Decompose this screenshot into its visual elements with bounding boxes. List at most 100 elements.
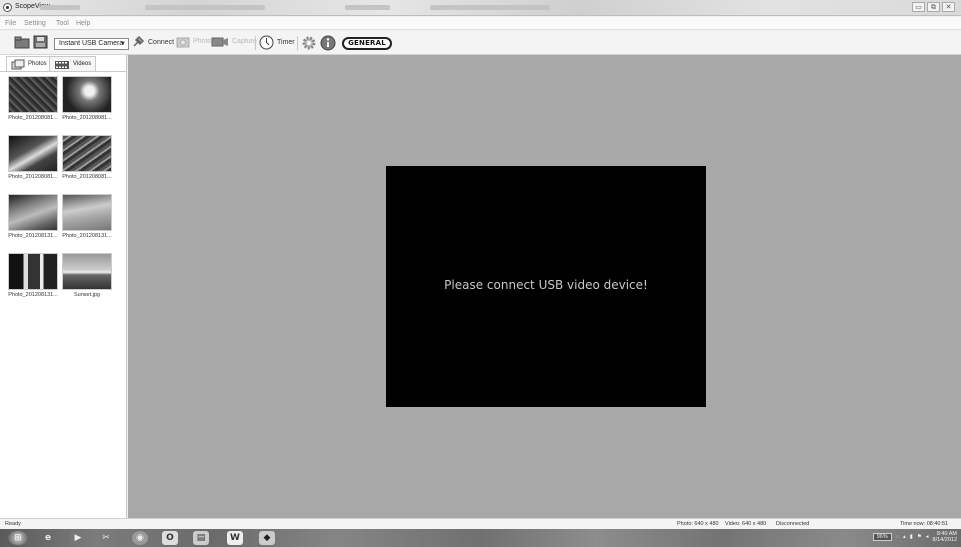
status-ready: Ready xyxy=(5,521,21,527)
status-connection: Disconnected xyxy=(776,521,810,527)
toolbar-separator xyxy=(297,36,298,50)
thumbnail-caption: Photo_201208081... xyxy=(8,115,58,121)
thumbnail-image xyxy=(8,135,58,172)
no-device-message: Please connect USB video device! xyxy=(444,278,648,292)
menu-tool[interactable]: Tool xyxy=(56,20,69,27)
thumbnail-caption: Photo_201208081... xyxy=(62,174,112,180)
save-icon xyxy=(33,35,48,49)
speaker-icon[interactable]: ◂ xyxy=(926,534,929,540)
info-icon xyxy=(320,35,336,51)
status-video-resolution: Video: 640 x 480 xyxy=(725,521,767,527)
thumbnail-image xyxy=(8,194,58,231)
thumbnail[interactable]: Photo_201208081... xyxy=(62,135,112,180)
blurred-title-fragment xyxy=(40,5,80,10)
capture-label: Capture xyxy=(232,38,257,45)
preview-area: Please connect USB video device! xyxy=(128,55,961,518)
connect-label: Connect xyxy=(148,38,175,46)
photos-icon xyxy=(11,59,25,69)
minimize-button[interactable]: ▭ xyxy=(912,2,925,12)
thumbnail-image xyxy=(8,76,58,113)
brand-logo[interactable]: GENERAL xyxy=(342,37,392,50)
thumbnail-caption: Photo_201208081... xyxy=(62,115,112,121)
system-tray: 96% ◌ ▴ ▮ ⚑ ◂ 8:40 AM 8/14/2012 xyxy=(872,531,957,543)
status-bar: Ready Photo: 640 x 480 Video: 640 x 480 … xyxy=(0,518,961,529)
thumbnail-caption: Photo_201208131... xyxy=(8,292,58,298)
toolbar-separator xyxy=(255,36,256,50)
timer-button[interactable]: Timer xyxy=(259,35,295,50)
start-button[interactable]: ⊞ xyxy=(8,531,28,545)
taskbar: ⊞ e ▶ ✂ ◉ O ▤ W ◆ 96% ◌ ▴ ▮ ⚑ ◂ 8:40 AM … xyxy=(0,529,961,547)
blurred-title-fragment xyxy=(345,5,390,10)
maximize-button[interactable]: ⧉ xyxy=(927,2,940,12)
tray-clock[interactable]: 8:40 AM 8/14/2012 xyxy=(933,531,957,543)
camera-select-value: Instant USB Camera xyxy=(59,40,124,47)
word-icon[interactable]: W xyxy=(227,531,243,545)
open-folder-button[interactable] xyxy=(14,35,30,49)
thumbnail[interactable]: Photo_201208131... xyxy=(8,194,58,239)
thumbnail-image xyxy=(8,253,58,290)
network-icon[interactable]: ▮ xyxy=(910,534,913,540)
chevron-down-icon: ▼ xyxy=(120,41,126,47)
camera-icon xyxy=(176,37,190,48)
explorer-icon[interactable]: ▤ xyxy=(193,531,209,545)
app-icon xyxy=(3,3,12,12)
thumbnail-image xyxy=(62,253,112,290)
thumbnail[interactable]: Photo_201208131... xyxy=(62,194,112,239)
toolbar: Instant USB Camera ▼ Connect Photo Captu… xyxy=(0,31,961,55)
media-tabs: Photos Videos xyxy=(0,55,127,72)
thumbnail[interactable]: Photo_201208081... xyxy=(8,135,58,180)
thumbnail[interactable]: Photo_201208081... xyxy=(8,76,58,121)
film-strip-icon xyxy=(55,60,69,69)
blurred-title-fragment xyxy=(430,5,550,10)
volume-icon[interactable]: ◌ xyxy=(896,534,899,540)
menu-file[interactable]: File xyxy=(5,20,16,27)
chrome-icon[interactable]: ◉ xyxy=(132,531,148,545)
save-button[interactable] xyxy=(33,35,48,49)
close-button[interactable]: ✕ xyxy=(942,2,955,12)
info-button[interactable] xyxy=(320,35,336,51)
menu-help[interactable]: Help xyxy=(76,20,90,27)
menu-bar: File Setting Tool Help xyxy=(0,17,961,30)
tab-photos-label: Photos xyxy=(28,61,47,67)
capture-button[interactable]: Capture xyxy=(211,35,257,48)
thumbnail-caption: Photo_201208081... xyxy=(8,174,58,180)
internet-explorer-icon[interactable]: e xyxy=(40,531,56,545)
thumbnail[interactable]: Photo_201208081... xyxy=(62,76,112,121)
snipping-tool-icon[interactable]: ✂ xyxy=(98,531,114,545)
title-bar: ScopeView ▭ ⧉ ✕ xyxy=(0,0,961,16)
media-player-icon[interactable]: ▶ xyxy=(70,531,86,545)
video-preview: Please connect USB video device! xyxy=(386,166,706,407)
photo-label: Photo xyxy=(193,38,212,45)
battery-indicator[interactable]: 96% xyxy=(872,533,892,541)
photo-button[interactable]: Photo xyxy=(176,35,211,48)
tab-videos-label: Videos xyxy=(73,61,92,67)
flag-icon[interactable]: ⚑ xyxy=(917,534,922,540)
blurred-title-fragment xyxy=(145,5,265,10)
connect-button[interactable]: Connect xyxy=(131,35,174,49)
scopeview-taskbar-icon[interactable]: ◆ xyxy=(259,531,275,545)
video-camera-icon xyxy=(211,37,228,47)
thumbnail[interactable]: Photo_201208131... xyxy=(8,253,58,298)
thumbnail-caption: Sunset.jpg xyxy=(74,292,100,298)
thumbnail[interactable]: Sunset.jpg xyxy=(62,253,112,298)
tab-photos[interactable]: Photos xyxy=(6,56,52,71)
plug-icon xyxy=(133,35,145,47)
tab-videos[interactable]: Videos xyxy=(49,56,97,71)
tray-chevron-icon[interactable]: ▴ xyxy=(903,534,906,540)
status-time: Time now: 08:40:51 xyxy=(900,521,949,527)
timer-label: Timer xyxy=(277,39,295,46)
media-panel: Photos Videos Photo_201208081... Photo_2… xyxy=(0,55,127,518)
timer-icon xyxy=(259,35,274,50)
clock-date: 8/14/2012 xyxy=(932,537,957,543)
menu-setting[interactable]: Setting xyxy=(24,20,46,27)
window-controls: ▭ ⧉ ✕ xyxy=(912,2,955,12)
settings-button[interactable] xyxy=(301,35,317,51)
thumbnail-caption: Photo_201208131... xyxy=(62,233,112,239)
folder-icon xyxy=(14,36,30,49)
thumbnail-image xyxy=(62,194,112,231)
outlook-icon[interactable]: O xyxy=(162,531,178,545)
camera-select[interactable]: Instant USB Camera ▼ xyxy=(54,38,129,50)
thumbnail-caption: Photo_201208131... xyxy=(8,233,58,239)
thumbnail-image xyxy=(62,135,112,172)
status-photo-resolution: Photo: 640 x 480 xyxy=(677,521,719,527)
